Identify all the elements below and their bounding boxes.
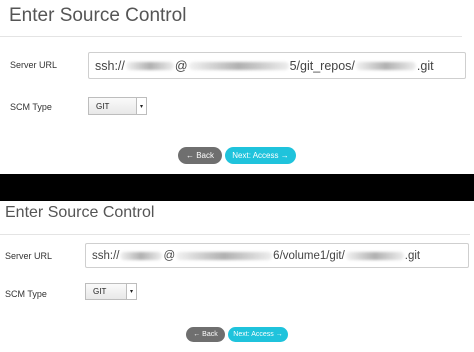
separator-band bbox=[0, 174, 474, 201]
next-access-button[interactable]: Next: Access → bbox=[228, 327, 288, 342]
chevron-down-icon: ▾ bbox=[136, 98, 146, 114]
url-at-text: @ bbox=[163, 249, 176, 262]
url-ext-text: .git bbox=[416, 58, 434, 73]
url-ext-text: .git bbox=[404, 249, 421, 262]
chevron-down-icon: ▾ bbox=[126, 284, 136, 299]
scm-type-select[interactable]: GIT ▾ bbox=[85, 283, 137, 300]
scm-type-select[interactable]: GIT ▾ bbox=[88, 97, 147, 115]
server-url-label: Server URL bbox=[10, 60, 58, 70]
url-at-text: @ bbox=[174, 58, 188, 73]
url-path-text: 5/git_repos/ bbox=[289, 58, 355, 73]
server-url-label: Server URL bbox=[5, 251, 53, 261]
source-control-panel-bottom: Enter Source Control Server URL ssh:// @… bbox=[0, 201, 474, 352]
url-path-text: 6/volume1/git/ bbox=[273, 249, 345, 262]
page-title: Enter Source Control bbox=[5, 204, 155, 221]
redacted-username bbox=[125, 61, 174, 70]
redacted-username bbox=[120, 251, 163, 260]
scm-type-label: SCM Type bbox=[10, 102, 52, 112]
back-button[interactable]: ← Back bbox=[186, 327, 225, 342]
server-url-input[interactable]: ssh:// @ 5/git_repos/ .git bbox=[88, 52, 466, 79]
next-access-button[interactable]: Next: Access → bbox=[225, 147, 296, 164]
scm-type-label: SCM Type bbox=[5, 289, 47, 299]
server-url-input[interactable]: ssh:// @ 6/volume1/git/ .git bbox=[85, 243, 469, 268]
source-control-panel-top: Enter Source Control Server URL ssh:// @… bbox=[0, 0, 474, 174]
scm-type-value: GIT bbox=[96, 101, 110, 111]
redacted-repo bbox=[355, 61, 416, 70]
scm-type-value: GIT bbox=[93, 287, 107, 296]
redacted-host bbox=[188, 61, 289, 70]
back-button[interactable]: ← Back bbox=[178, 147, 222, 164]
title-divider bbox=[0, 234, 470, 235]
redacted-repo bbox=[345, 251, 404, 260]
url-prefix-text: ssh:// bbox=[92, 249, 120, 262]
page-title: Enter Source Control bbox=[9, 5, 187, 26]
title-divider bbox=[0, 36, 462, 37]
url-prefix-text: ssh:// bbox=[95, 58, 125, 73]
redacted-host bbox=[176, 251, 273, 260]
